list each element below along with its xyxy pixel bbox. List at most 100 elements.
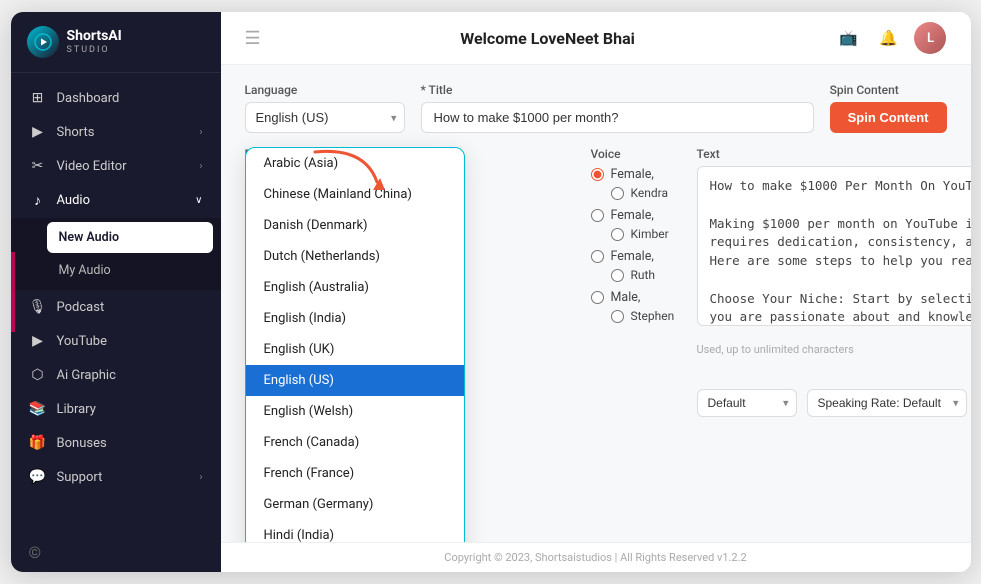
sidebar-item-label-bonuses: Bonuses [57, 436, 107, 451]
language-dropdown: Arabic (Asia) Chinese (Mainland China) D… [245, 147, 465, 542]
dropdown-item-danish[interactable]: Danish (Denmark) [246, 210, 464, 241]
sidebar: ShortsAI STUDIO ⊞ Dashboard ▶ Shorts › [11, 12, 221, 572]
tv-icon[interactable]: 📺 [834, 24, 862, 52]
chevron-icon-2: › [199, 161, 202, 172]
dropdown-item-french-fr[interactable]: French (France) [246, 458, 464, 489]
sidebar-item-label-support: Support [57, 470, 103, 485]
sidebar-item-podcast[interactable]: 🎙 Podcast [11, 290, 221, 324]
video-editor-icon: ✂ [29, 158, 47, 174]
dropdown-item-english-us[interactable]: English (US) [246, 365, 464, 396]
support-icon: 💬 [29, 469, 47, 485]
sidebar-nav: ⊞ Dashboard ▶ Shorts › ✂ Video Editor › [11, 73, 221, 533]
speaking-rate-select[interactable]: Speaking Rate: Default [807, 389, 967, 417]
sidebar-item-support[interactable]: 💬 Support › [11, 460, 221, 494]
spin-group: Spin Content Spin Content [830, 83, 947, 133]
voice-ruth[interactable]: Female, [591, 249, 681, 264]
topbar-actions: 📺 🔔 L [834, 22, 946, 54]
left-decoration-tab [11, 252, 15, 332]
dropdown-item-english-welsh[interactable]: English (Welsh) [246, 396, 464, 427]
bonuses-icon: 🎁 [29, 435, 47, 451]
podcast-icon: 🎙 [29, 299, 47, 315]
sidebar-item-youtube[interactable]: ▶ YouTube [11, 324, 221, 358]
spin-label: Spin Content [830, 83, 947, 97]
dropdown-item-english-uk[interactable]: English (UK) [246, 334, 464, 365]
language-group: Language English (US) [245, 83, 405, 133]
audio-submenu: New Audio My Audio [11, 218, 221, 290]
content-area: Language English (US) * Title Spin Conte… [221, 65, 971, 542]
main-content: ☰ Welcome LoveNeet Bhai 📺 🔔 L Language E… [221, 12, 971, 572]
logo-sub: STUDIO [67, 45, 122, 55]
dropdown-item-english-au[interactable]: English (Australia) [246, 272, 464, 303]
voice-kimber[interactable]: Female, [591, 208, 681, 223]
sidebar-item-ai-graphic[interactable]: ⬡ Ai Graphic [11, 358, 221, 392]
logo-icon [27, 26, 59, 58]
chevron-icon-4: › [199, 472, 202, 483]
sidebar-item-video-editor[interactable]: ✂ Video Editor › [11, 149, 221, 183]
dropdown-item-french-ca[interactable]: French (Canada) [246, 427, 464, 458]
form-row-top: Language English (US) * Title Spin Conte… [245, 83, 947, 133]
submenu-new-audio[interactable]: New Audio [47, 222, 213, 253]
sidebar-item-label-library: Library [57, 402, 96, 417]
dropdown-item-hindi[interactable]: Hindi (India) [246, 520, 464, 542]
text-area[interactable]: How to make $1000 Per Month On YouTube? … [697, 166, 971, 326]
submenu-my-audio[interactable]: My Audio [47, 255, 213, 286]
sidebar-item-library[interactable]: 📚 Library [11, 392, 221, 426]
logo-name: ShortsAI [67, 29, 122, 44]
text-area-section: Text How to make $1000 Per Month On YouT… [697, 147, 971, 438]
title-input[interactable] [421, 102, 814, 133]
sidebar-item-dashboard[interactable]: ⊞ Dashboard [11, 81, 221, 115]
text-hint: Used, up to unlimited characters [697, 343, 854, 356]
engine-voice-text-row: Engine Standard AI Voice Arabic (Asia) C… [245, 147, 947, 438]
sidebar-item-audio[interactable]: ♪ Audio ∨ [11, 183, 221, 218]
voice-radio-group: Female, Kendra Female, [591, 167, 681, 323]
voice-female-1[interactable]: Female, [591, 167, 681, 182]
library-icon: 📚 [29, 401, 47, 417]
dashboard-icon: ⊞ [29, 90, 47, 106]
voice-section: Voice Female, Kendra [591, 147, 681, 438]
sidebar-item-label-audio: Audio [57, 193, 90, 208]
dropdown-item-german[interactable]: German (Germany) [246, 489, 464, 520]
sidebar-item-label-dashboard: Dashboard [57, 91, 120, 106]
voice-stephen-label[interactable]: Stephen [611, 309, 681, 323]
topbar-title: Welcome LoveNeet Bhai [460, 29, 635, 48]
dropdown-item-english-in[interactable]: English (India) [246, 303, 464, 334]
sidebar-item-shorts[interactable]: ▶ Shorts › [11, 115, 221, 149]
voice-kimber-label[interactable]: Kimber [611, 227, 681, 241]
voice-female-1-label: Female, [611, 167, 654, 182]
text-label: Text [697, 147, 971, 161]
sidebar-item-label-ai-graphic: Ai Graphic [57, 368, 116, 383]
logo-text-block: ShortsAI STUDIO [67, 29, 122, 54]
spin-button[interactable]: Spin Content [830, 102, 947, 133]
language-select[interactable]: English (US) [245, 102, 405, 133]
language-label: Language [245, 83, 405, 97]
bell-icon[interactable]: 🔔 [874, 24, 902, 52]
sidebar-item-label-video-editor: Video Editor [57, 159, 127, 174]
dropdown-item-dutch[interactable]: Dutch (Netherlands) [246, 241, 464, 272]
engine-section: Engine Standard AI Voice Arabic (Asia) C… [245, 147, 355, 438]
shorts-icon: ▶ [29, 124, 47, 140]
voice-ruth-label[interactable]: Ruth [611, 268, 681, 282]
sidebar-footer: © [11, 533, 221, 572]
sidebar-item-bonuses[interactable]: 🎁 Bonuses [11, 426, 221, 460]
topbar-hamburger[interactable]: ☰ [245, 28, 261, 49]
sidebar-item-label-podcast: Podcast [57, 300, 105, 315]
voice-label: Voice [591, 147, 681, 161]
voice-male-stephen[interactable]: Male, [591, 290, 681, 305]
title-label: * Title [421, 83, 814, 97]
footer-text: Copyright © 2023, Shortsaistudios | All … [444, 551, 746, 564]
chevron-icon: › [199, 127, 202, 138]
voice-text-section: Voice Female, Kendra [591, 147, 971, 438]
chevron-icon-3: ∨ [195, 195, 202, 206]
title-group: * Title [421, 83, 814, 133]
speed-select[interactable]: Default [697, 389, 797, 417]
user-avatar[interactable]: L [914, 22, 946, 54]
ai-graphic-icon: ⬡ [29, 367, 47, 383]
footer-bar: Copyright © 2023, Shortsaistudios | All … [221, 542, 971, 572]
dropdown-item-chinese[interactable]: Chinese (Mainland China) [246, 179, 464, 210]
dropdown-item-arabic[interactable]: Arabic (Asia) [246, 148, 464, 179]
sidebar-logo: ShortsAI STUDIO [11, 12, 221, 73]
voice-kendra[interactable]: Kendra [611, 186, 681, 200]
topbar: ☰ Welcome LoveNeet Bhai 📺 🔔 L [221, 12, 971, 65]
sidebar-item-label-shorts: Shorts [57, 125, 95, 140]
youtube-icon: ▶ [29, 333, 47, 349]
